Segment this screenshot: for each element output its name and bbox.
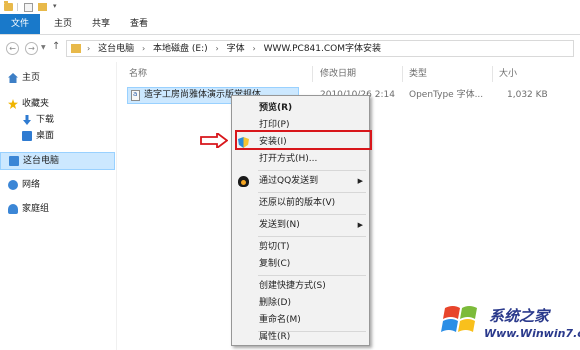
tab-file[interactable]: 文件 [0, 14, 40, 34]
ribbon-tabs: 文件 主页 共享 查看 [0, 14, 580, 35]
new-folder-icon[interactable] [38, 3, 47, 11]
breadcrumb: › 这台电脑 › 本地磁盘 (E:) › 字体 › WWW.PC841.COM字… [85, 41, 384, 56]
menu-divider [258, 170, 366, 171]
menu-item-label: 创建快捷方式(S) [259, 281, 326, 291]
column-divider[interactable] [492, 66, 493, 82]
menu-item-cut[interactable]: 剪切(T) [232, 239, 369, 256]
annotation-arrow-icon [200, 133, 228, 148]
watermark-url: Www.Winwin7.com [484, 327, 580, 340]
menu-item-send-via-qq[interactable]: 通过QQ发送到 ▶ [232, 173, 369, 190]
network-icon [8, 180, 18, 190]
column-header-name[interactable]: 名称 [129, 66, 147, 82]
tab-share[interactable]: 共享 [86, 14, 116, 34]
chevron-right-icon[interactable]: › [253, 41, 256, 56]
sidebar-item-label: 主页 [22, 73, 41, 83]
breadcrumb-fonts[interactable]: 字体 [227, 42, 245, 57]
computer-icon [9, 156, 19, 166]
menu-item-restore-versions[interactable]: 还原以前的版本(V) [232, 195, 369, 212]
menu-item-properties[interactable]: 属性(R) [232, 329, 369, 346]
highlight-box [235, 130, 372, 150]
chevron-right-icon[interactable]: › [216, 41, 219, 56]
menu-item-label: 通过QQ发送到 [259, 176, 319, 186]
menu-item-label: 重命名(M) [259, 315, 301, 325]
homegroup-icon [8, 204, 18, 214]
column-divider[interactable] [312, 66, 313, 82]
windows-logo-icon [441, 306, 477, 332]
download-icon [23, 115, 31, 125]
column-divider[interactable] [402, 66, 403, 82]
menu-item-label: 剪切(T) [259, 242, 290, 252]
tab-view[interactable]: 查看 [124, 14, 154, 34]
breadcrumb-this-pc[interactable]: 这台电脑 [98, 42, 134, 57]
menu-item-label: 删除(D) [259, 298, 291, 308]
navigation-bar: ← → ▼ ↑ › 这台电脑 › 本地磁盘 (E:) › 字体 › WWW.PC… [0, 35, 580, 61]
navigation-pane: 主页 收藏夹 下载 桌面 这台电脑 网络 家庭组 [0, 62, 117, 350]
sidebar-item-label: 下载 [36, 115, 55, 125]
menu-divider [258, 236, 366, 237]
qq-penguin-icon [238, 176, 249, 187]
forward-button[interactable]: → [25, 42, 38, 55]
home-icon [8, 73, 18, 83]
breadcrumb-current-folder[interactable]: WWW.PC841.COM字体安装 [264, 42, 381, 57]
column-header-type[interactable]: 类型 [409, 66, 427, 82]
address-bar[interactable]: › 这台电脑 › 本地磁盘 (E:) › 字体 › WWW.PC841.COM字… [66, 40, 574, 57]
font-file-icon [131, 90, 140, 101]
menu-item-label: 打开方式(H)... [259, 154, 318, 164]
menu-item-label: 预览(R) [259, 103, 293, 113]
menu-item-rename[interactable]: 重命名(M) [232, 312, 369, 329]
folder-icon [4, 1, 13, 11]
menu-item-label: 属性(R) [259, 332, 291, 342]
menu-item-create-shortcut[interactable]: 创建快捷方式(S) [232, 278, 369, 295]
breadcrumb-drive-e[interactable]: 本地磁盘 (E:) [153, 42, 208, 57]
properties-icon[interactable] [24, 3, 33, 12]
chevron-right-icon[interactable]: › [87, 41, 90, 56]
divider [17, 3, 18, 11]
menu-item-label: 复制(C) [259, 259, 291, 269]
submenu-arrow-icon: ▶ [357, 221, 363, 229]
file-type: OpenType 字体... [409, 90, 484, 100]
folder-icon [71, 44, 81, 53]
menu-item-label: 还原以前的版本(V) [259, 198, 336, 208]
file-size: 1,032 KB [507, 90, 548, 100]
submenu-arrow-icon: ▶ [357, 177, 363, 185]
tab-home[interactable]: 主页 [48, 14, 78, 34]
menu-item-delete[interactable]: 删除(D) [232, 295, 369, 312]
sidebar-item-label: 家庭组 [22, 204, 50, 214]
watermark-title: 系统之家 [489, 307, 550, 325]
up-arrow-icon[interactable]: ↑ [52, 41, 60, 52]
desktop-icon [22, 131, 32, 141]
sidebar-item-label: 这台电脑 [23, 156, 60, 166]
sidebar-item-label: 桌面 [36, 131, 55, 141]
column-header-date[interactable]: 修改日期 [320, 66, 356, 82]
menu-item-preview[interactable]: 预览(R) [232, 100, 369, 117]
title-bar: ▾ [0, 0, 580, 14]
sidebar-item-this-pc[interactable]: 这台电脑 [0, 152, 115, 170]
star-icon [8, 99, 18, 109]
sidebar-item-label: 收藏夹 [22, 99, 50, 109]
menu-divider [258, 275, 366, 276]
sidebar-item-label: 网络 [22, 180, 41, 190]
menu-item-open-with[interactable]: 打开方式(H)... [232, 151, 369, 168]
menu-divider [258, 214, 366, 215]
recent-locations-icon[interactable]: ▼ [41, 44, 46, 51]
menu-item-copy[interactable]: 复制(C) [232, 256, 369, 273]
menu-divider [258, 192, 366, 193]
menu-item-label: 发送到(N) [259, 220, 300, 230]
back-button[interactable]: ← [6, 42, 19, 55]
chevron-right-icon[interactable]: › [142, 41, 145, 56]
customize-toolbar-icon[interactable]: ▾ [53, 2, 57, 10]
menu-item-send-to[interactable]: 发送到(N) ▶ [232, 217, 369, 234]
column-header-size[interactable]: 大小 [499, 66, 517, 82]
